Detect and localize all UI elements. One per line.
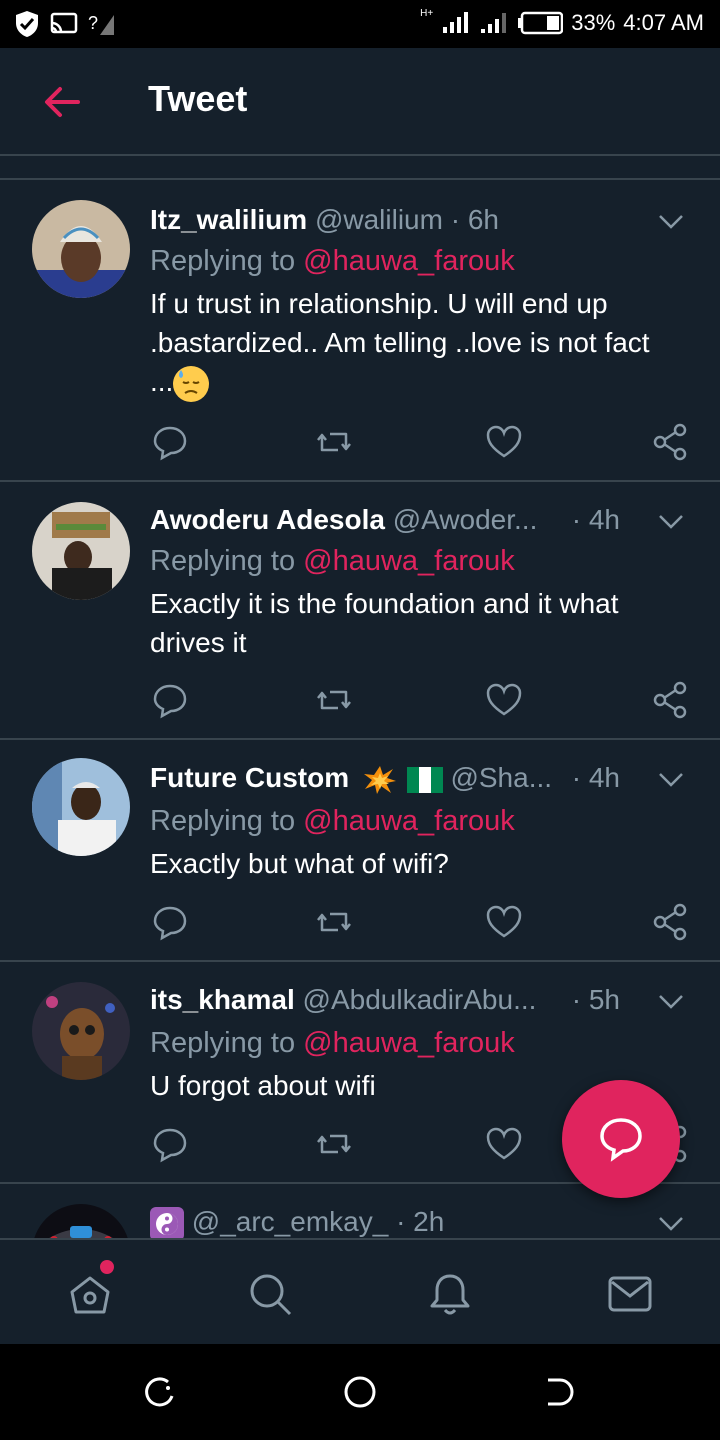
tweet-text: Exactly but what of wifi? [150,848,449,879]
tweet-time: · 5h [571,984,620,1015]
back-nav-button[interactable] [542,1374,578,1410]
like-icon[interactable] [484,680,524,720]
reply-icon[interactable] [150,1124,190,1164]
search-icon [250,1274,292,1316]
network-type-label: H+ [420,7,434,19]
avatar[interactable] [32,502,130,600]
tweet[interactable]: Awoderu Adesola @Awoder... · 4h Replying… [0,482,720,740]
tweet-text: Exactly it is the foundation and it what… [150,588,619,658]
page-title: Tweet [148,78,248,119]
compose-reply-icon [600,1118,642,1162]
author-name[interactable]: Awoderu Adesola [150,504,385,535]
reply-icon[interactable] [150,422,190,462]
no-sim-icon: ? [88,13,114,35]
battery-icon [518,11,564,35]
mention-link[interactable]: @hauwa_farouk [303,245,515,277]
chevron-down-icon[interactable] [658,994,684,1010]
share-icon[interactable] [650,902,690,942]
downcast-sweat-emoji [173,365,210,402]
tweet-time: · 6h [450,204,499,235]
mention-link[interactable]: @hauwa_farouk [303,805,515,837]
tab-search[interactable] [246,1270,294,1318]
retweet-icon[interactable] [314,680,354,720]
recents-icon [145,1377,174,1407]
recents-button[interactable] [142,1374,178,1410]
tab-notifications[interactable] [426,1270,474,1318]
signal-icon-2 [481,13,507,33]
notifications-icon [430,1274,470,1315]
author-handle[interactable]: @Awoder... [393,504,538,535]
author-name[interactable]: Future Custom [150,762,349,793]
tweet-time: · 4h [571,762,620,793]
tweet-time: · 4h [571,504,620,535]
home-nav-button[interactable] [342,1374,378,1410]
tweet[interactable]: Itz_walilium @walilium · 6h Replying to … [0,180,720,482]
replying-label: Replying to [150,245,296,277]
reply-icon[interactable] [150,680,190,720]
like-icon[interactable] [484,902,524,942]
chevron-down-icon[interactable] [658,772,684,788]
like-icon[interactable] [484,1124,524,1164]
author-handle[interactable]: @AbdulkadirAbu... [303,984,537,1015]
messages-icon [608,1276,652,1312]
tweet-time: · 2h [396,1206,445,1237]
replying-label: Replying to [150,545,296,577]
author-name[interactable]: its_khamal [150,984,295,1015]
collision-emoji [363,765,396,794]
nigeria-flag-emoji [406,766,443,793]
shield-check-icon [16,11,38,37]
like-icon[interactable] [484,422,524,462]
home-icon [70,1276,110,1314]
author-handle[interactable]: @_arc_emkay_ [192,1206,389,1237]
back-nav-icon [548,1378,574,1406]
cast-icon [50,12,78,34]
bottom-tab-bar [0,1238,720,1344]
battery-level: 33% [571,10,616,35]
mention-link[interactable]: @hauwa_farouk [303,545,515,577]
avatar[interactable] [32,1204,130,1238]
app-bar: Tweet [0,48,720,156]
chevron-down-icon[interactable] [658,1216,684,1232]
replying-label: Replying to [150,805,296,837]
home-circle-icon [344,1376,376,1408]
reply-icon[interactable] [150,902,190,942]
avatar[interactable] [32,982,130,1080]
signal-icon [443,12,469,33]
chevron-down-icon[interactable] [658,214,684,230]
avatar[interactable] [32,758,130,856]
tweet[interactable]: Future Custom @Sha... · 4h Replying to @… [0,740,720,962]
compose-reply-button[interactable] [562,1080,680,1198]
notification-dot [100,1260,114,1274]
back-button[interactable] [42,84,82,120]
system-nav-bar [0,1344,720,1440]
tab-home[interactable] [66,1260,114,1318]
author-handle[interactable]: @walilium [315,204,443,235]
avatar[interactable] [32,200,130,298]
retweet-icon[interactable] [314,422,354,462]
tab-messages[interactable] [606,1270,654,1318]
author-handle[interactable]: @Sha... [450,762,552,793]
status-bar: ? H+ 33% 4:07 AM [0,0,720,48]
share-icon[interactable] [650,422,690,462]
share-icon[interactable] [650,680,690,720]
mention-link[interactable]: @hauwa_farouk [303,1027,515,1059]
clock: 4:07 AM [623,10,704,35]
retweet-icon[interactable] [314,902,354,942]
replying-label: Replying to [150,1027,296,1059]
reply-feed: Itz_walilium @walilium · 6h Replying to … [0,158,720,1238]
chevron-down-icon[interactable] [658,514,684,530]
yin-yang-emoji [150,1206,184,1238]
tweet-text: If u trust in relationship. U will end u… [150,288,650,397]
retweet-icon[interactable] [314,1124,354,1164]
author-name[interactable]: Itz_walilium [150,204,307,235]
svg-text:?: ? [88,13,98,33]
arrow-left-icon [45,87,80,117]
